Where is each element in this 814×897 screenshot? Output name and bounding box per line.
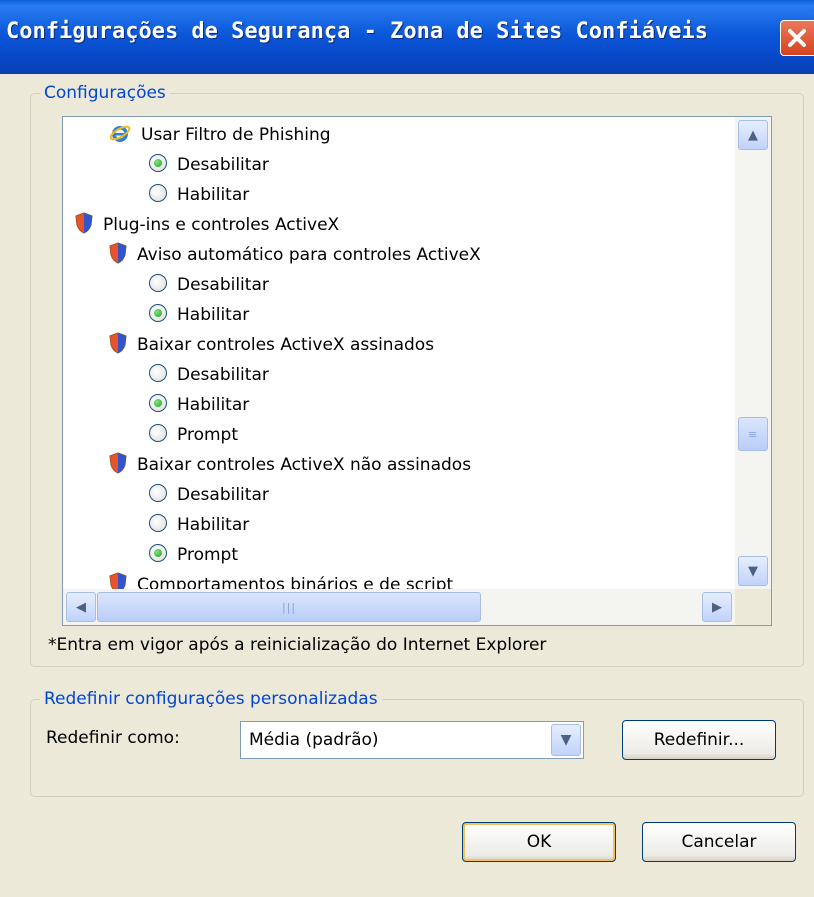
- reset-button[interactable]: Redefinir...: [622, 720, 776, 760]
- radio-unselected[interactable]: [149, 184, 167, 202]
- close-icon: [788, 29, 806, 47]
- chevron-down-icon: ▼: [560, 732, 572, 748]
- dropdown-button[interactable]: ▼: [551, 724, 581, 756]
- tree-item-label: Habilitar: [177, 515, 250, 535]
- shield-icon: [75, 212, 93, 234]
- scroll-down-button[interactable]: ▼: [738, 556, 768, 586]
- chevron-down-icon: ▼: [748, 563, 758, 579]
- radio-unselected[interactable]: [149, 364, 167, 382]
- tree-item-label: Comportamentos binários e de script: [137, 575, 454, 589]
- radio-option[interactable]: Habilitar: [149, 301, 249, 329]
- horizontal-scroll-thumb[interactable]: |||: [97, 592, 481, 622]
- tree-item-label: Aviso automático para controles ActiveX: [137, 245, 481, 265]
- tree-item-label: Baixar controles ActiveX não assinados: [137, 455, 472, 475]
- scroll-left-button[interactable]: ◀: [66, 592, 96, 622]
- cancel-button[interactable]: Cancelar: [642, 822, 796, 862]
- tree-group: Plug-ins e controles ActiveX: [75, 211, 339, 239]
- tree-item-label: Baixar controles ActiveX assinados: [137, 335, 435, 355]
- shield-icon: [109, 452, 127, 474]
- shield-icon: [109, 332, 127, 354]
- vertical-scrollbar[interactable]: ▲ ≡ ▼: [735, 117, 771, 589]
- tree-item-label: Prompt: [177, 545, 238, 565]
- tree-item-label: Habilitar: [177, 305, 250, 325]
- radio-unselected[interactable]: [149, 424, 167, 442]
- title-bar[interactable]: Configurações de Segurança - Zona de Sit…: [0, 0, 814, 74]
- window-title: Configurações de Segurança - Zona de Sit…: [6, 19, 708, 44]
- tree-item-label: Desabilitar: [177, 485, 269, 505]
- radio-selected[interactable]: [149, 394, 167, 412]
- radio-option[interactable]: Prompt: [149, 541, 238, 569]
- radio-option[interactable]: Desabilitar: [149, 271, 269, 299]
- settings-tree[interactable]: Usar Filtro de Phishing Desabilitar Habili…: [62, 116, 772, 626]
- settings-tree-content: Usar Filtro de Phishing Desabilitar Habili…: [63, 117, 735, 589]
- chevron-left-icon: ◀: [76, 599, 86, 615]
- tree-category: Aviso automático para controles ActiveX: [109, 241, 481, 269]
- chevron-up-icon: ▲: [748, 127, 758, 143]
- radio-option[interactable]: Desabilitar: [149, 151, 269, 179]
- radio-unselected[interactable]: [149, 484, 167, 502]
- radio-option[interactable]: Desabilitar: [149, 361, 269, 389]
- scroll-up-button[interactable]: ▲: [738, 120, 768, 150]
- tree-item-label: Habilitar: [177, 395, 250, 415]
- radio-unselected[interactable]: [149, 274, 167, 292]
- ie-icon: [109, 122, 131, 144]
- scroll-right-button[interactable]: ▶: [702, 592, 732, 622]
- tree-item-label: Desabilitar: [177, 365, 269, 385]
- radio-option[interactable]: Habilitar: [149, 391, 249, 419]
- horizontal-scrollbar[interactable]: ◀ ||| ▶: [63, 589, 735, 625]
- close-button[interactable]: [780, 20, 814, 56]
- shield-icon: [109, 242, 127, 264]
- tree-item-label: Usar Filtro de Phishing: [141, 125, 331, 145]
- tree-category: Usar Filtro de Phishing: [109, 121, 331, 149]
- tree-item-label: Desabilitar: [177, 275, 269, 295]
- reset-level-value: Média (padrão): [249, 730, 379, 750]
- grip-icon: ≡: [747, 427, 759, 441]
- radio-unselected[interactable]: [149, 514, 167, 532]
- scrollbar-corner: [735, 589, 771, 625]
- radio-option[interactable]: Prompt: [149, 421, 238, 449]
- radio-option[interactable]: Habilitar: [149, 181, 249, 209]
- ok-button[interactable]: OK: [462, 822, 616, 862]
- shield-icon: [109, 572, 127, 589]
- tree-item-label: Habilitar: [177, 185, 250, 205]
- reset-level-select[interactable]: Média (padrão) ▼: [240, 721, 584, 759]
- tree-category: Baixar controles ActiveX assinados: [109, 331, 434, 359]
- settings-legend: Configurações: [40, 83, 170, 103]
- radio-option[interactable]: Desabilitar: [149, 481, 269, 509]
- reset-legend: Redefinir configurações personalizadas: [40, 689, 382, 709]
- radio-selected[interactable]: [149, 304, 167, 322]
- chevron-right-icon: ▶: [712, 599, 722, 615]
- tree-item-label: Plug-ins e controles ActiveX: [103, 215, 340, 235]
- radio-selected[interactable]: [149, 154, 167, 172]
- reset-to-label: Redefinir como:: [46, 728, 180, 748]
- radio-option[interactable]: Habilitar: [149, 511, 249, 539]
- radio-selected[interactable]: [149, 544, 167, 562]
- restart-note: *Entra em vigor após a reinicialização d…: [48, 635, 547, 655]
- tree-category: Comportamentos binários e de script: [109, 571, 453, 589]
- vertical-scroll-thumb[interactable]: ≡: [738, 417, 768, 451]
- tree-item-label: Prompt: [177, 425, 238, 445]
- tree-item-label: Desabilitar: [177, 155, 269, 175]
- grip-icon: |||: [281, 600, 297, 614]
- tree-category: Baixar controles ActiveX não assinados: [109, 451, 471, 479]
